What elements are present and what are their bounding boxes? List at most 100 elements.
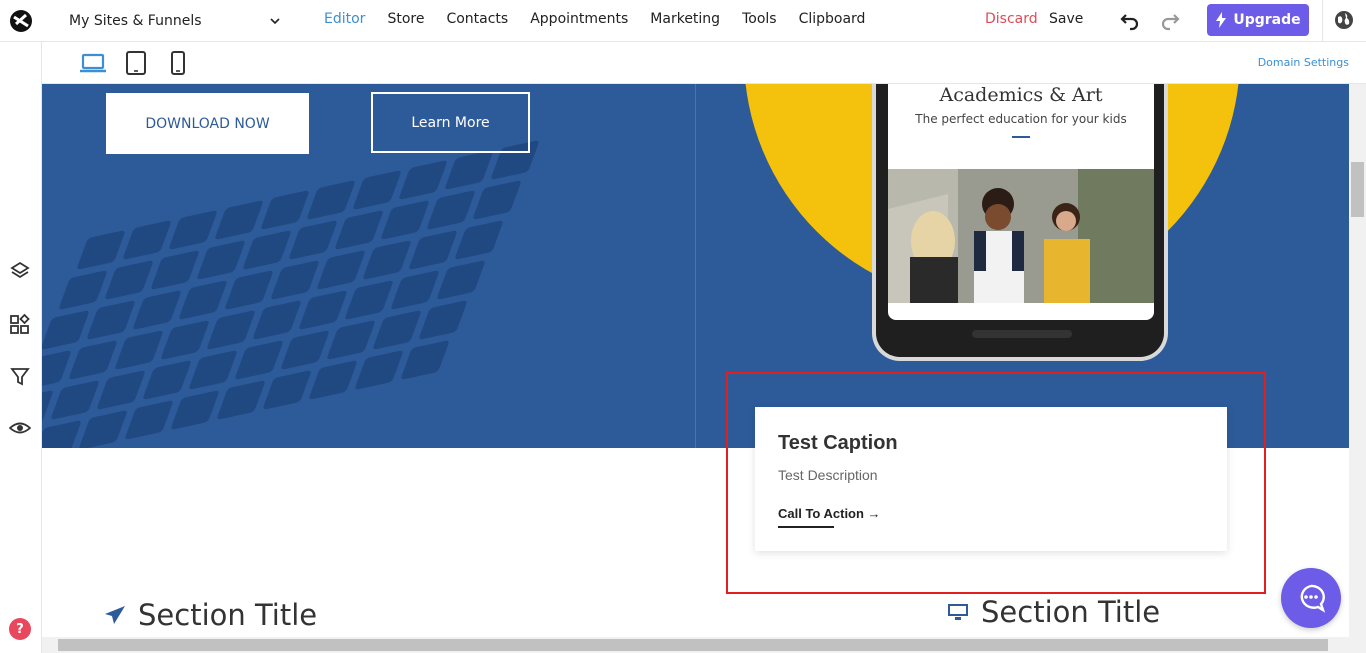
keyboard-key	[42, 389, 54, 431]
card-description: Test Description	[778, 467, 878, 483]
students-photo	[888, 169, 1154, 303]
keyboard-key	[344, 279, 394, 321]
phone-screen: Academics & Art The perfect education fo…	[888, 84, 1154, 320]
caption-card[interactable]: Test Caption Test Description Call To Ac…	[755, 407, 1227, 551]
keyboard-key	[96, 369, 146, 411]
phone-subtitle: The perfect education for your kids	[915, 112, 1127, 126]
keyboard-key	[124, 399, 174, 441]
save-button[interactable]: Save	[1049, 11, 1083, 27]
keyboard-key	[78, 409, 128, 448]
globe-icon[interactable]	[1333, 9, 1355, 31]
nav-editor[interactable]: Editor	[324, 11, 365, 27]
keyboard-key	[86, 299, 136, 341]
keyboard-key	[104, 259, 154, 301]
mobile-view-icon[interactable]	[165, 51, 191, 75]
phone-mockup-image: Academics & Art The perfect education fo…	[872, 84, 1168, 361]
keyboard-key	[50, 379, 100, 421]
keyboard-key	[298, 289, 348, 331]
chat-bubble-icon	[1300, 584, 1326, 613]
learn-more-button[interactable]: Learn More	[371, 92, 530, 153]
keyboard-key	[170, 389, 220, 431]
widgets-icon[interactable]	[9, 313, 31, 335]
keyboard-key	[408, 229, 458, 271]
phone-title: Academics & Art	[939, 84, 1103, 106]
domain-settings-link[interactable]: Domain Settings	[1258, 56, 1349, 69]
lightning-icon	[1216, 12, 1227, 28]
keyboard-key	[122, 219, 172, 261]
paper-plane-icon	[105, 606, 125, 624]
keyboard-key	[316, 249, 366, 291]
keyboard-key	[206, 309, 256, 351]
horizontal-scrollbar[interactable]	[42, 637, 1366, 653]
vertical-scrollbar-thumb[interactable]	[1351, 162, 1364, 217]
monitor-icon	[948, 604, 968, 620]
chat-widget-button[interactable]	[1281, 568, 1341, 628]
keyboard-key	[196, 239, 246, 281]
keyboard-key	[472, 179, 522, 221]
keyboard-key	[252, 299, 302, 341]
chevron-down-icon	[270, 18, 280, 25]
left-toolbar	[0, 42, 42, 653]
redo-icon[interactable]	[1160, 10, 1182, 32]
section-title-right[interactable]: Section Title	[947, 595, 1160, 629]
upgrade-label: Upgrade	[1233, 12, 1301, 28]
keyboard-key	[132, 289, 182, 331]
keyboard-key	[436, 259, 486, 301]
download-now-button[interactable]: DOWNLOAD NOW	[106, 93, 309, 154]
keyboard-key	[400, 339, 450, 381]
nav-appointments[interactable]: Appointments	[530, 11, 628, 27]
phone-speaker	[972, 330, 1072, 338]
device-bar: Domain Settings	[42, 42, 1366, 84]
upgrade-button[interactable]: Upgrade	[1207, 4, 1309, 36]
keyboard-key	[68, 339, 118, 381]
nav-clipboard[interactable]: Clipboard	[799, 11, 866, 27]
desktop-view-icon[interactable]	[80, 51, 106, 75]
keyboard-key	[398, 159, 448, 201]
nav-contacts[interactable]: Contacts	[446, 11, 508, 27]
horizontal-scrollbar-thumb[interactable]	[58, 639, 1328, 651]
nav-marketing[interactable]: Marketing	[650, 11, 720, 27]
keyboard-key	[418, 299, 468, 341]
keyboard-key	[168, 209, 218, 251]
keyboard-key	[334, 209, 384, 251]
call-to-action-link[interactable]: Call To Action →	[778, 506, 881, 521]
keyboard-key	[160, 319, 210, 361]
keyboard-key	[42, 309, 90, 351]
keyboard-key	[288, 219, 338, 261]
keyboard-key	[42, 349, 72, 391]
keyboard-key	[234, 339, 284, 381]
keyboard-key	[354, 349, 404, 391]
section-title-right-text: Section Title	[981, 595, 1161, 629]
vertical-scrollbar[interactable]	[1349, 84, 1366, 637]
keyboard-key	[188, 349, 238, 391]
keyboard-key	[454, 219, 504, 261]
help-button[interactable]: ?	[9, 618, 31, 640]
keyboard-key	[242, 229, 292, 271]
keyboard-key	[280, 329, 330, 371]
eye-icon[interactable]	[9, 417, 31, 439]
keyboard-key	[216, 379, 266, 421]
keyboard-key	[380, 199, 430, 241]
tablet-view-icon[interactable]	[123, 51, 149, 75]
keyboard-key	[308, 359, 358, 401]
section-title-left-text: Section Title	[138, 598, 318, 632]
site-selector-dropdown[interactable]: My Sites & Funnels	[69, 11, 281, 31]
funnel-icon[interactable]	[9, 365, 31, 387]
app-logo-icon[interactable]	[8, 8, 34, 34]
topbar-divider	[1322, 0, 1323, 42]
keyboard-key	[444, 149, 494, 191]
keyboard-key	[178, 279, 228, 321]
keyboard-key	[362, 239, 412, 281]
site-selector-label: My Sites & Funnels	[69, 13, 202, 29]
section-title-left[interactable]: Section Title	[104, 598, 317, 632]
discard-button[interactable]: Discard	[985, 11, 1038, 27]
layers-icon[interactable]	[9, 260, 31, 282]
nav-tools[interactable]: Tools	[742, 11, 777, 27]
nav-store[interactable]: Store	[387, 11, 424, 27]
keyboard-key	[270, 259, 320, 301]
keyboard-key	[262, 369, 312, 411]
keyboard-key	[372, 309, 422, 351]
main-nav: Editor Store Contacts Appointments Marke…	[324, 11, 887, 27]
keyboard-key	[224, 269, 274, 311]
undo-icon[interactable]	[1118, 10, 1140, 32]
